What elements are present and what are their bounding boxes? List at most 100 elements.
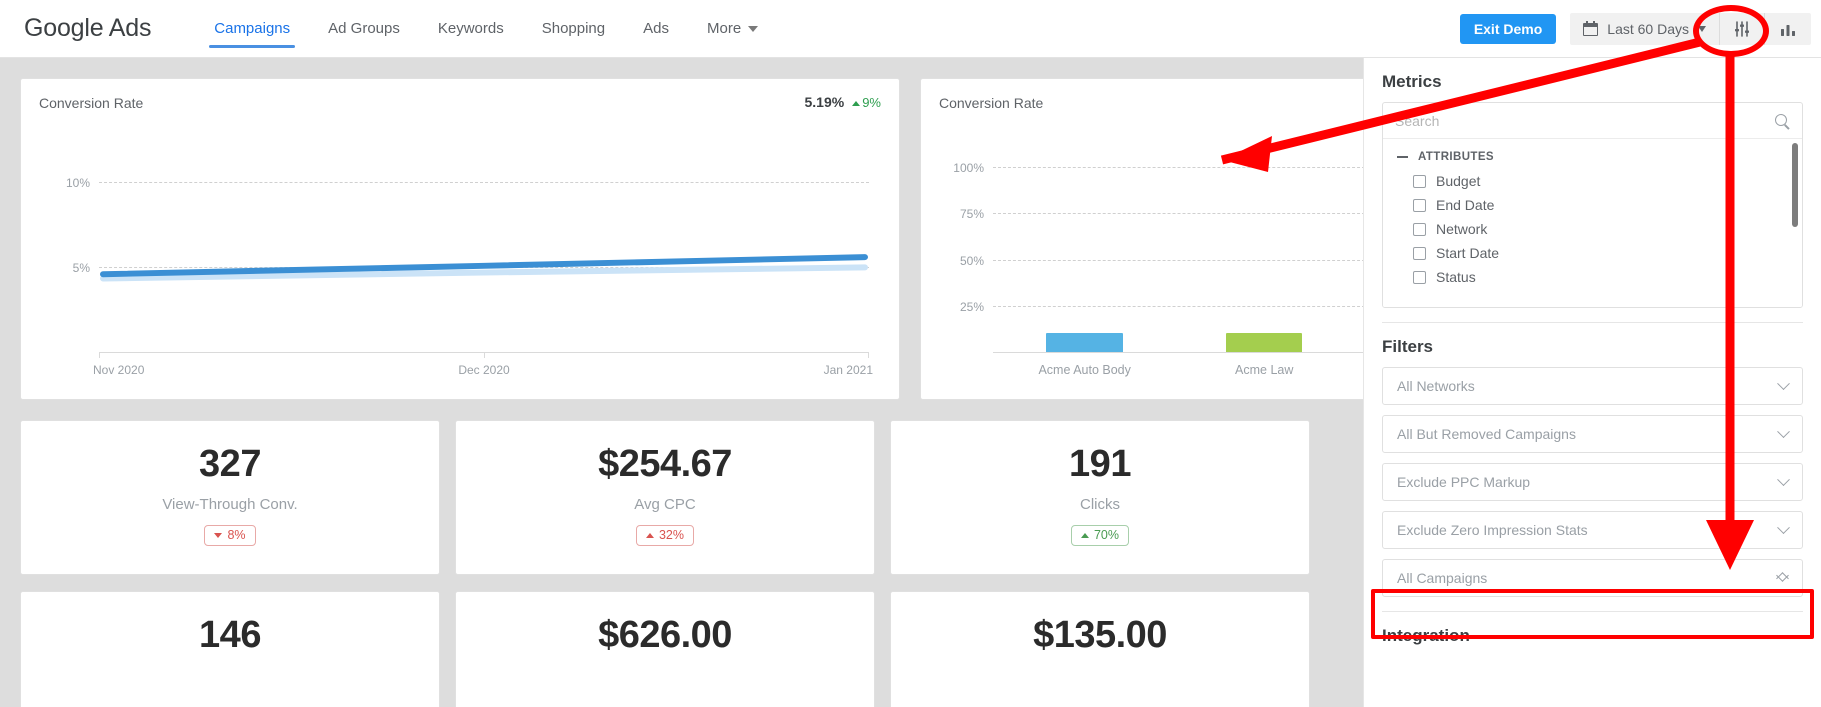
line-chart-kpi-value: 5.19% [804,94,845,110]
status-badge: 70% [1070,525,1130,546]
metrics-search-row [1383,103,1802,139]
gridline-25pct: 25% [960,300,1363,314]
metrics-list-scrollbar[interactable] [1792,143,1798,227]
columns-icon-button[interactable] [1765,12,1811,45]
tab-ad-groups[interactable]: Ad Groups [309,0,419,58]
date-range-label: Last 60 Days [1607,20,1689,37]
kpi-value: $254.67 [598,443,732,485]
tab-keywords[interactable]: Keywords [419,0,523,58]
filter-all-networks[interactable]: All Networks [1382,367,1803,405]
line-chart-kpi-delta: 9% [852,95,881,110]
filter-label: Exclude PPC Markup [1397,474,1531,490]
barlabel-acme-auto-body: Acme Auto Body [1038,363,1131,377]
metrics-section-title: Metrics [1382,72,1442,91]
tab-ads[interactable]: Ads [624,0,688,58]
chevron-down-icon [1777,424,1790,438]
metric-option-status[interactable]: Status [1383,265,1802,289]
bar-acme-auto-body[interactable] [1046,332,1123,353]
nav-tabs: Campaigns Ad Groups Keywords Shopping Ad… [195,0,777,58]
status-badge: 32% [635,525,695,546]
metrics-list-fade [1383,293,1802,307]
ytick-label-100: 100% [953,160,984,175]
line-series-group [100,254,868,282]
kpi-delta-text: 8% [227,528,246,542]
bar-chart-title: Conversion Rate [939,95,1044,111]
line-chart-plot: 10% 5% Nov 2020 Dec 2020 Jan 2021 [66,139,873,377]
checkbox[interactable] [1413,270,1426,284]
ytick-label-50: 50% [959,253,984,268]
filter-exclude-zero-impression-stats[interactable]: Exclude Zero Impression Stats [1382,511,1803,549]
kpi-value: $626.00 [598,614,732,656]
filter-label: Exclude Zero Impression Stats [1397,522,1588,538]
checkbox[interactable] [1413,198,1426,212]
kpi-value: $135.00 [1033,614,1167,656]
gridline-50pct: 50% [960,254,1363,268]
kpi-label: View-Through Conv. [162,496,298,513]
exit-demo-button[interactable]: Exit Demo [1459,13,1557,44]
settings-icon-button[interactable] [1720,12,1764,45]
kpi-card-clicks: 191 Clicks 70% [890,420,1310,575]
line-delta-text: 9% [862,95,881,110]
tab-campaigns[interactable]: Campaigns [195,0,309,58]
date-range-picker[interactable]: Last 60 Days [1570,12,1719,45]
all-campaigns-filter[interactable]: All Campaigns [1382,559,1803,597]
kpi-value: 327 [199,443,261,485]
chevron-down-icon [1777,520,1790,534]
brand-logo: Google Ads [24,14,152,42]
bar-chart-plot: 100% 75% 50% 25% Acme Auto Body Acme Law [953,139,1363,377]
kpi-card-row2-1: 146 [20,591,440,707]
checkbox[interactable] [1413,222,1426,236]
search-icon [1774,113,1790,129]
kpi-card-row2-3: $135.00 [890,591,1310,707]
kpi-label: Avg CPC [634,496,696,513]
kpi-badge-wrap: 8% [21,525,439,546]
chevron-updown-icon [1777,570,1788,586]
bar-acme-law[interactable] [1226,332,1303,353]
metric-option-network[interactable]: Network [1383,217,1802,241]
collapse-minus-icon [1397,156,1408,158]
chevron-down-icon [1698,25,1706,32]
gridline-75pct: 75% [960,207,1363,221]
tab-ads-label: Ads [643,20,669,37]
line-chart-kpi: 5.19% 9% [805,94,882,110]
status-badge: 8% [204,525,256,546]
line-chart-title: Conversion Rate [39,95,144,111]
checkbox[interactable] [1413,246,1426,260]
ytick-label-75: 75% [959,207,984,222]
filter-label: All Campaigns [1397,570,1488,586]
metric-option-budget[interactable]: Budget [1383,169,1802,193]
metric-option-label: Budget [1436,173,1481,189]
conversion-rate-line-card: Conversion Rate 5.19% 9% 10% 5% Nov 2020… [20,78,900,400]
top-right-controls: Exit Demo Last 60 Days [1459,0,1811,58]
filter-label: All Networks [1397,378,1475,394]
metric-option-start-date[interactable]: Start Date [1383,241,1802,265]
integration-section-title: Integration [1382,626,1470,645]
kpi-value: 146 [199,614,261,656]
checkbox[interactable] [1413,174,1426,188]
kpi-badge-wrap: 32% [456,525,874,546]
kpi-value: 191 [1069,443,1131,485]
ytick-label-10: 10% [65,175,90,190]
filter-all-but-removed-campaigns[interactable]: All But Removed Campaigns [1382,415,1803,453]
search-input[interactable] [1395,112,1774,129]
kpi-card-row2-2: $626.00 [455,591,875,707]
metric-option-end-date[interactable]: End Date [1383,193,1802,217]
metric-option-label: Start Date [1436,245,1500,261]
tab-shopping-label: Shopping [541,20,606,37]
toolbar-control-group: Last 60 Days [1570,12,1811,45]
google-ads-dashboard: Google Ads Campaigns Ad Groups Keywords … [0,0,1821,707]
xtick-label-jan-2021: Jan 2021 [823,363,873,377]
tab-more[interactable]: More [688,0,777,58]
line-chart-x-axis: Nov 2020 Dec 2020 Jan 2021 [93,352,873,377]
metric-option-label: Network [1436,221,1488,237]
tab-ad-groups-label: Ad Groups [328,20,400,37]
xtick-mark-2 [868,353,869,358]
metrics-group-attributes[interactable]: ATTRIBUTES [1383,149,1802,169]
tab-shopping[interactable]: Shopping [523,0,624,58]
xtick-label-nov-2020: Nov 2020 [93,363,145,377]
filter-exclude-ppc-markup[interactable]: Exclude PPC Markup [1382,463,1803,501]
triangle-up-icon [1080,532,1089,538]
triangle-up-icon [645,532,654,538]
tab-keywords-label: Keywords [437,20,504,37]
calendar-icon [1583,21,1599,36]
